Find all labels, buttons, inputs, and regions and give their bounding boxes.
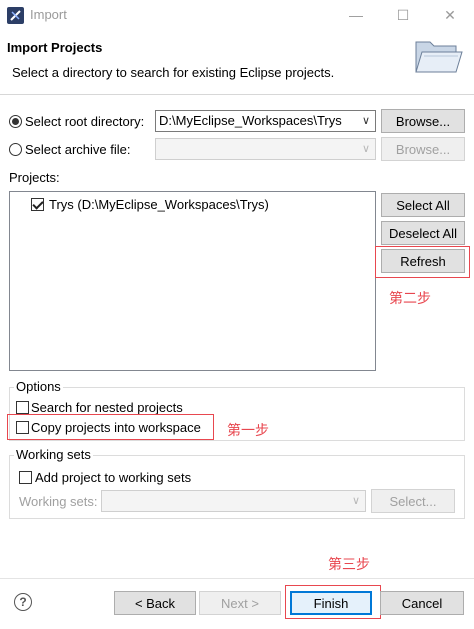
cancel-button[interactable]: Cancel <box>380 591 464 615</box>
minimize-button[interactable]: — <box>340 4 372 26</box>
root-directory-combo[interactable]: D:\MyEclipse_Workspaces\Trys ∨ <box>155 110 376 132</box>
annotation-step3: 第三步 <box>328 557 370 573</box>
options-label: Options <box>14 379 63 394</box>
list-item[interactable]: Trys (D:\MyEclipse_Workspaces\Trys) <box>10 194 375 216</box>
maximize-button[interactable]: ☐ <box>387 4 419 26</box>
add-to-working-sets-checkbox[interactable] <box>19 471 32 484</box>
working-sets-label: Working sets <box>14 447 93 462</box>
next-button[interactable]: Next > <box>199 591 281 615</box>
page-title: Import Projects <box>7 40 103 55</box>
project-checkbox[interactable] <box>31 198 44 211</box>
chevron-down-icon: ∨ <box>361 143 370 155</box>
annotation-box-step1 <box>7 414 214 440</box>
search-nested-label: Search for nested projects <box>31 400 183 415</box>
folder-icon <box>412 34 464 78</box>
working-sets-combo[interactable]: ∨ <box>101 490 366 512</box>
annotation-box-step3 <box>285 585 381 619</box>
root-directory-value: D:\MyEclipse_Workspaces\Trys <box>159 113 342 128</box>
add-to-working-sets-label: Add project to working sets <box>35 470 192 485</box>
chevron-down-icon: ∨ <box>361 115 370 127</box>
help-icon[interactable]: ? <box>14 593 32 611</box>
root-directory-radio[interactable] <box>9 115 22 128</box>
search-nested-checkbox[interactable] <box>16 401 29 414</box>
browse-archive-button[interactable]: Browse... <box>381 137 465 161</box>
projects-label: Projects: <box>9 170 60 185</box>
deselect-all-button[interactable]: Deselect All <box>381 221 465 245</box>
title-bar: Import — ☐ ✕ <box>0 0 474 32</box>
footer-separator <box>0 578 474 579</box>
annotation-box-step2 <box>375 246 470 278</box>
chevron-down-icon: ∨ <box>351 495 360 507</box>
back-button[interactable]: < Back <box>114 591 196 615</box>
header-separator <box>0 94 474 95</box>
archive-file-label: Select archive file: <box>25 142 131 157</box>
working-sets-field-label: Working sets: <box>19 494 98 509</box>
project-label: Trys (D:\MyEclipse_Workspaces\Trys) <box>49 197 269 212</box>
archive-file-combo[interactable]: ∨ <box>155 138 376 160</box>
page-description: Select a directory to search for existin… <box>12 65 335 80</box>
select-all-button[interactable]: Select All <box>381 193 465 217</box>
annotation-step1: 第一步 <box>227 423 269 439</box>
select-working-sets-button[interactable]: Select... <box>371 489 455 513</box>
browse-root-button[interactable]: Browse... <box>381 109 465 133</box>
eclipse-app-icon <box>7 7 24 24</box>
window-title: Import <box>30 7 67 22</box>
root-directory-label: Select root directory: <box>25 114 145 129</box>
close-button[interactable]: ✕ <box>434 4 466 26</box>
archive-file-radio[interactable] <box>9 143 22 156</box>
projects-list[interactable]: Trys (D:\MyEclipse_Workspaces\Trys) <box>9 191 376 371</box>
annotation-step2: 第二步 <box>389 291 431 307</box>
